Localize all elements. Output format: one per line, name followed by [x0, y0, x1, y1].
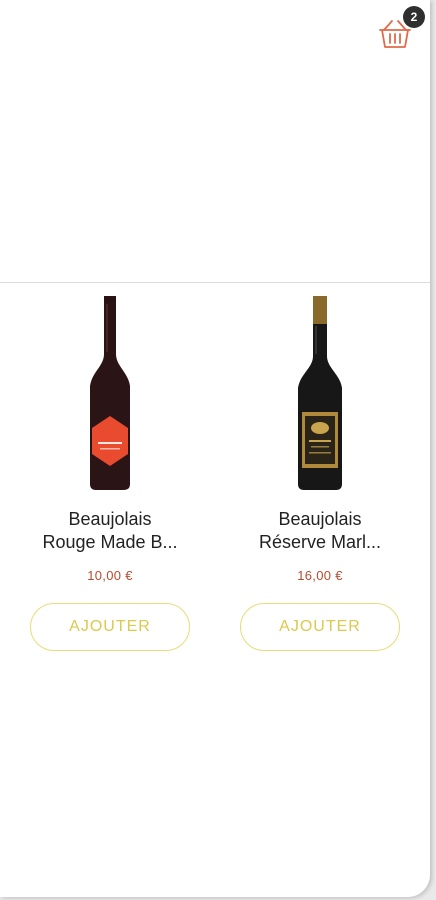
- add-to-cart-button[interactable]: AJOUTER: [30, 603, 190, 651]
- cart-count-badge: 2: [403, 6, 425, 28]
- product-name: Beaujolais Rouge Made B...: [20, 508, 200, 554]
- product-price: 10,00 €: [87, 568, 133, 583]
- product-name-line1: Beaujolais: [68, 509, 152, 529]
- wine-bottle-image: [90, 296, 130, 490]
- product-card[interactable]: Beaujolais Rouge Made B... 10,00 € AJOUT…: [20, 294, 200, 651]
- section-divider: [0, 282, 430, 283]
- add-to-cart-button[interactable]: AJOUTER: [240, 603, 400, 651]
- wine-bottle-image: [298, 296, 342, 490]
- product-name-line2: Réserve Marl...: [258, 532, 382, 552]
- product-name: Beaujolais Réserve Marl...: [230, 508, 410, 554]
- cart-button[interactable]: 2: [378, 6, 425, 50]
- product-card[interactable]: Beaujolais Réserve Marl... 16,00 € AJOUT…: [230, 294, 410, 651]
- product-name-line1: Beaujolais: [278, 509, 362, 529]
- product-price: 16,00 €: [297, 568, 343, 583]
- shop-card: 2 Beaujolais Rouge Made B... 10,00 € AJO…: [0, 0, 430, 897]
- product-name-line2: Rouge Made B...: [42, 532, 178, 552]
